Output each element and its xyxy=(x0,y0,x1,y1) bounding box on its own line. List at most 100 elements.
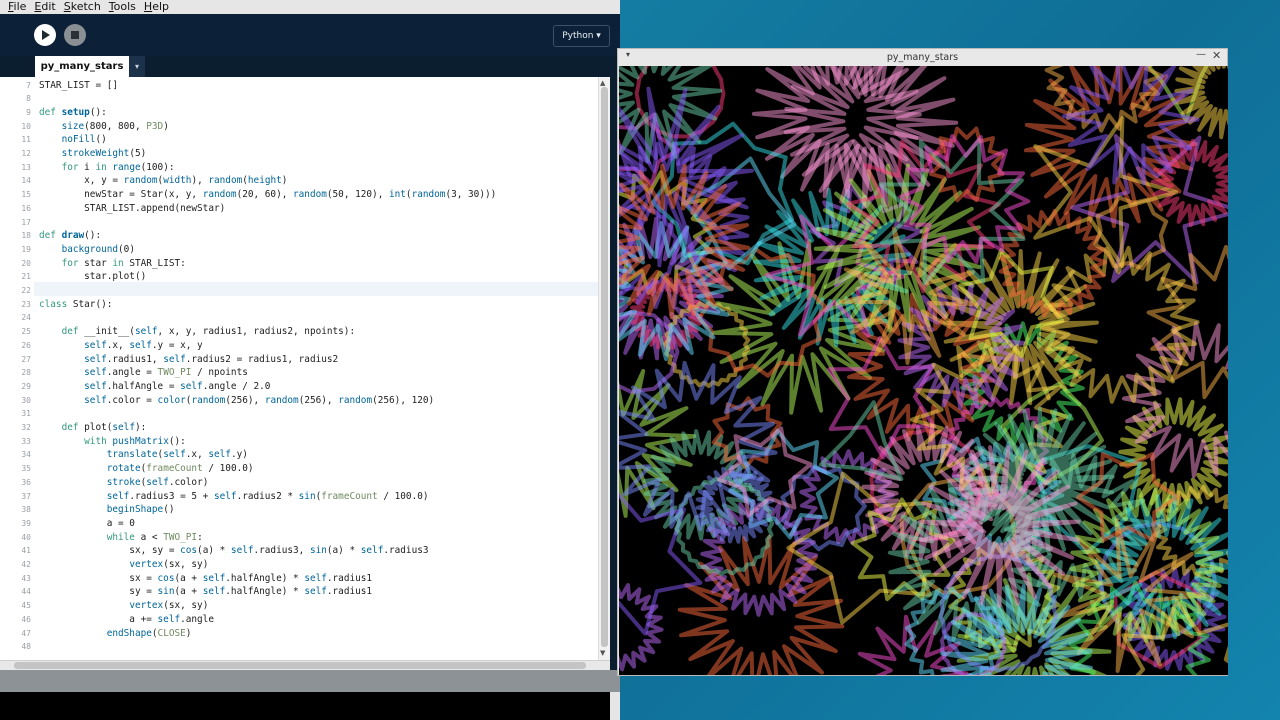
code-line[interactable]: rotate(frameCount / 100.0) xyxy=(39,462,254,476)
line-number: 19 xyxy=(21,244,31,254)
menu-edit[interactable]: Edit xyxy=(34,0,55,14)
code-line[interactable]: for i in range(100): xyxy=(39,161,175,175)
code-line[interactable]: def plot(self): xyxy=(39,421,147,435)
code-token: (): xyxy=(84,230,102,242)
code-line[interactable]: self.x, self.y = x, y xyxy=(39,339,203,353)
line-number: 41 xyxy=(21,546,31,556)
code-line[interactable]: a += self.angle xyxy=(39,613,214,627)
tab-menu-dropdown-icon[interactable]: ▾ xyxy=(129,56,145,77)
code-line[interactable]: a = 0 xyxy=(39,517,135,531)
console-scrollbar[interactable] xyxy=(610,692,620,720)
console-divider[interactable] xyxy=(0,670,620,692)
vertical-scrollbar[interactable]: ▲ ▼ xyxy=(598,77,610,660)
minimize-icon[interactable]: — xyxy=(1196,49,1206,60)
menu-sketch[interactable]: Sketch xyxy=(64,0,101,14)
line-number: 9 xyxy=(26,107,31,117)
code-token: random xyxy=(293,189,327,201)
code-token: (0) xyxy=(118,243,135,255)
code-token: for xyxy=(61,257,85,269)
stop-button[interactable] xyxy=(64,24,86,46)
code-token: random xyxy=(202,189,237,201)
code-line[interactable]: while a < TWO_PI: xyxy=(39,531,203,545)
code-line[interactable]: self.radius1, self.radius2 = radius1, ra… xyxy=(39,353,338,367)
run-button[interactable] xyxy=(34,24,56,46)
code-line[interactable]: STAR_LIST = [] xyxy=(39,79,118,93)
code-line[interactable]: self.radius3 = 5 + self.radius2 * sin(fr… xyxy=(39,490,429,504)
code-token: (3, 30))) xyxy=(445,189,497,201)
code-line[interactable]: translate(self.x, self.y) xyxy=(39,448,248,462)
close-icon[interactable]: ✕ xyxy=(1212,49,1221,62)
code-token: a += xyxy=(39,613,158,625)
code-line[interactable]: def __init__(self, x, y, radius1, radius… xyxy=(39,325,356,339)
code-line[interactable]: sy = sin(a + self.halfAngle) * self.radi… xyxy=(39,585,372,599)
code-line[interactable]: self.angle = TWO_PI / npoints xyxy=(39,366,248,380)
code-token: while xyxy=(106,531,141,543)
code-line[interactable]: sx, sy = cos(a) * self.radius3, sin(a) *… xyxy=(39,544,428,558)
code-token: size xyxy=(61,120,85,132)
code-token: self xyxy=(163,353,186,365)
code-token: STAR_LIST.append(newStar) xyxy=(39,202,226,214)
scroll-up-arrow-icon[interactable]: ▲ xyxy=(600,79,605,87)
line-number: 10 xyxy=(21,121,31,131)
code-line[interactable]: star.plot() xyxy=(39,270,146,284)
tab-py-many-stars[interactable]: py_many_stars xyxy=(35,56,129,77)
star-shape xyxy=(1174,66,1228,140)
code-token: ) xyxy=(281,175,288,187)
code-token: (): xyxy=(89,106,107,118)
code-line[interactable]: noFill() xyxy=(39,133,107,147)
line-number: 21 xyxy=(21,272,31,282)
code-token: self xyxy=(84,394,107,406)
code-token: self xyxy=(230,545,254,557)
code-token: .radius1 xyxy=(326,586,373,598)
code-token: .angle xyxy=(180,613,214,625)
line-number: 18 xyxy=(21,231,31,241)
scroll-down-arrow-icon[interactable]: ▼ xyxy=(600,649,605,657)
code-line[interactable]: size(800, 800, P3D) xyxy=(39,120,169,134)
code-line[interactable]: vertex(sx, sy) xyxy=(39,599,208,613)
vertical-scroll-thumb[interactable] xyxy=(601,87,608,647)
code-area[interactable]: STAR_LIST = [] def setup(): size(800, 800… xyxy=(34,77,598,660)
code-token: TWO_PI xyxy=(157,367,192,379)
code-line[interactable]: background(0) xyxy=(39,243,135,257)
code-token: self xyxy=(208,449,231,461)
line-number: 23 xyxy=(21,299,31,309)
code-line[interactable]: self.halfAngle = self.angle / 2.0 xyxy=(39,380,270,394)
code-line[interactable]: strokeWeight(5) xyxy=(39,147,147,161)
code-line[interactable]: x, y = random(width), random(height) xyxy=(39,174,287,188)
menu-help[interactable]: Help xyxy=(144,0,169,14)
sketch-titlebar[interactable]: ▾ py_many_stars — ✕ xyxy=(618,49,1227,66)
code-token: (800, 800, xyxy=(84,120,147,132)
code-line[interactable]: for star in STAR_LIST: xyxy=(39,257,186,271)
menu-tools[interactable]: Tools xyxy=(109,0,136,14)
code-token: color xyxy=(157,394,186,406)
code-token: (sx, sy) xyxy=(163,600,209,612)
menu-file[interactable]: File xyxy=(8,0,26,14)
code-line[interactable]: def draw(): xyxy=(39,229,101,243)
console-area[interactable] xyxy=(0,692,610,720)
code-line[interactable]: endShape(CLOSE) xyxy=(39,627,192,641)
horizontal-scroll-thumb[interactable] xyxy=(14,662,586,669)
code-line[interactable]: self.color = color(random(256), random(2… xyxy=(39,394,434,408)
code-line[interactable]: class Star(): xyxy=(39,298,112,312)
code-line[interactable]: newStar = Star(x, y, random(20, 60), ran… xyxy=(39,188,496,202)
code-line[interactable]: STAR_LIST.append(newStar) xyxy=(39,202,225,216)
toolbar: Python ▾ xyxy=(0,14,620,56)
code-token: pushMatrix xyxy=(112,435,169,447)
code-token: sin xyxy=(298,490,316,502)
code-line[interactable]: stroke(self.color) xyxy=(39,476,209,490)
mode-selector[interactable]: Python ▾ xyxy=(553,25,610,47)
horizontal-scrollbar[interactable] xyxy=(0,660,610,670)
code-line[interactable]: with pushMatrix(): xyxy=(39,435,186,449)
code-token: Star(): xyxy=(72,298,113,310)
code-line[interactable]: vertex(sx, sy) xyxy=(39,558,208,572)
code-line[interactable]: def setup(): xyxy=(39,106,107,120)
line-number: 45 xyxy=(21,601,31,611)
code-line[interactable]: sx = cos(a + self.halfAngle) * self.radi… xyxy=(39,572,372,586)
code-editor[interactable]: 7 8 9 10 11 12 13 14 15 16 17 18 19 20 21 22 23 24 25 26 27 2… xyxy=(0,77,610,660)
code-line[interactable]: beginShape() xyxy=(39,503,175,517)
code-token: .radius3 = 5 + xyxy=(129,490,214,502)
line-number: 43 xyxy=(21,573,31,583)
